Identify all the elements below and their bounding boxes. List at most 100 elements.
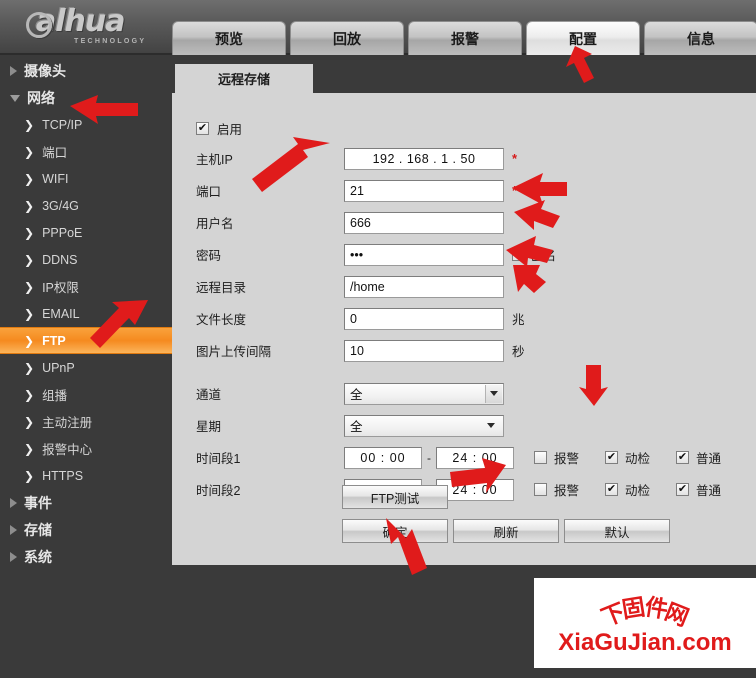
- ftp-form: ✔ 启用 主机IP 192 . 168 . 1 . 50 * 端口 21 * 用…: [196, 115, 747, 543]
- panel-tab-remote-storage[interactable]: 远程存储: [175, 64, 313, 93]
- channel-label: 通道: [196, 388, 222, 402]
- image-interval-unit: 秒: [512, 345, 525, 359]
- required-marker: *: [512, 183, 518, 198]
- refresh-button[interactable]: 刷新: [453, 519, 559, 543]
- file-length-label: 文件长度: [196, 313, 247, 327]
- sidebar-item-alarm-center[interactable]: ❯ 报警中心: [0, 435, 172, 462]
- tab-playback[interactable]: 回放: [290, 21, 404, 55]
- weekday-row: 星期 全: [196, 412, 747, 439]
- ftp-test-row: FTP测试: [342, 485, 448, 509]
- period2-alarm-flag[interactable]: 报警: [534, 480, 579, 499]
- sidebar-group-camera[interactable]: 摄像头: [0, 57, 172, 84]
- chevron-right-icon: [10, 551, 17, 562]
- sidebar-item-label: HTTPS: [42, 468, 84, 483]
- sidebar-item-label: 端口: [42, 146, 68, 160]
- image-interval-input[interactable]: 10: [344, 339, 504, 362]
- chevron-right-icon: [10, 524, 17, 535]
- sidebar-item-3g4g[interactable]: ❯ 3G/4G: [0, 192, 172, 219]
- sidebar-item-upnp[interactable]: ❯ UPnP: [0, 354, 172, 381]
- period1-motion-flag[interactable]: ✔ 动检: [605, 448, 650, 467]
- file-length-unit: 兆: [512, 313, 525, 327]
- file-length-row: 文件长度 0 兆: [196, 305, 747, 332]
- sidebar-item-pppoe[interactable]: ❯ PPPoE: [0, 219, 172, 246]
- sidebar-item-tcpip[interactable]: ❯ TCP/IP: [0, 111, 172, 138]
- sidebar-item-label: UPnP: [42, 360, 75, 375]
- logo-circle-icon: [26, 12, 52, 38]
- file-length-input[interactable]: 0: [344, 307, 504, 330]
- sidebar-group-label: 事件: [24, 494, 52, 511]
- host-ip-label: 主机IP: [196, 153, 233, 167]
- period1-label: 时间段1: [196, 452, 241, 466]
- sidebar-item-wifi[interactable]: ❯ WIFI: [0, 165, 172, 192]
- period1-alarm-checkbox[interactable]: [534, 451, 547, 464]
- period2-motion-flag[interactable]: ✔ 动检: [605, 480, 650, 499]
- period1-separator: -: [427, 450, 431, 465]
- period1-start-input[interactable]: 00 : 00: [344, 446, 422, 469]
- chevron-down-icon: [10, 95, 20, 102]
- period1-alarm-flag[interactable]: 报警: [534, 448, 579, 467]
- sidebar-group-storage[interactable]: 存储: [0, 516, 172, 543]
- period1-normal-checkbox[interactable]: ✔: [676, 451, 690, 464]
- sidebar-item-label: EMAIL: [42, 306, 80, 321]
- password-label: 密码: [196, 249, 222, 263]
- enable-row: ✔ 启用: [196, 115, 747, 141]
- remote-dir-input[interactable]: /home: [344, 275, 504, 298]
- app-header: alhua TECHNOLOGY 预览 回放 报警 配置 信息: [0, 0, 756, 55]
- remote-dir-label: 远程目录: [196, 281, 247, 295]
- sidebar-item-ddns[interactable]: ❯ DDNS: [0, 246, 172, 273]
- sidebar-group-network[interactable]: 网络: [0, 84, 172, 111]
- sidebar-item-label: 组播: [42, 389, 68, 403]
- default-button[interactable]: 默认: [564, 519, 670, 543]
- port-input[interactable]: 21: [344, 179, 504, 202]
- chevron-down-icon[interactable]: [485, 384, 502, 403]
- password-input[interactable]: •••: [344, 243, 504, 266]
- period2-alarm-label: 报警: [554, 484, 580, 498]
- sidebar-group-event[interactable]: 事件: [0, 489, 172, 516]
- action-buttons: 确定 刷新 默认: [342, 519, 670, 543]
- confirm-button[interactable]: 确定: [342, 519, 448, 543]
- channel-row: 通道 全: [196, 380, 747, 407]
- period2-row: 时间段2 00 : 00 - 24 : 00 报警 ✔ 动检 ✔ 普通: [196, 476, 747, 503]
- weekday-select[interactable]: 全: [344, 414, 504, 437]
- sidebar-item-email[interactable]: ❯ EMAIL: [0, 300, 172, 327]
- port-row: 端口 21 *: [196, 177, 747, 204]
- period1-normal-flag[interactable]: ✔ 普通: [676, 448, 721, 467]
- period1-motion-checkbox[interactable]: ✔: [605, 451, 619, 464]
- ftp-test-button[interactable]: FTP测试: [342, 485, 448, 509]
- dahua-logo: alhua TECHNOLOGY: [14, 6, 164, 48]
- sidebar-item-port[interactable]: ❯ 端口: [0, 138, 172, 165]
- sidebar-group-system[interactable]: 系统: [0, 543, 172, 570]
- tab-preview[interactable]: 预览: [172, 21, 286, 55]
- weekday-label: 星期: [196, 420, 222, 434]
- period1-normal-label: 普通: [696, 452, 722, 466]
- period1-alarm-label: 报警: [554, 452, 580, 466]
- sidebar-item-auto-register[interactable]: ❯ 主动注册: [0, 408, 172, 435]
- period2-normal-flag[interactable]: ✔ 普通: [676, 480, 721, 499]
- period1-end-input[interactable]: 24 : 00: [436, 446, 514, 469]
- sidebar-item-multicast[interactable]: ❯ 组播: [0, 381, 172, 408]
- username-input[interactable]: 666: [344, 211, 504, 234]
- logo-subtitle: TECHNOLOGY: [74, 38, 147, 45]
- anonymous-checkbox[interactable]: [512, 248, 525, 261]
- sidebar-item-https[interactable]: ❯ HTTPS: [0, 462, 172, 489]
- chevron-icon: ❯: [24, 468, 35, 483]
- image-interval-label: 图片上传间隔: [196, 345, 272, 359]
- sidebar-item-ip-permission[interactable]: ❯ IP权限: [0, 273, 172, 300]
- chevron-icon: ❯: [24, 144, 35, 159]
- host-ip-input[interactable]: 192 . 168 . 1 . 50: [344, 147, 504, 170]
- period2-normal-checkbox[interactable]: ✔: [676, 483, 690, 496]
- username-row: 用户名 666: [196, 209, 747, 236]
- sidebar-item-label: IP权限: [42, 281, 79, 295]
- chevron-icon: ❯: [24, 252, 35, 267]
- period2-motion-checkbox[interactable]: ✔: [605, 483, 619, 496]
- period2-alarm-checkbox[interactable]: [534, 483, 547, 496]
- enable-checkbox[interactable]: ✔: [196, 121, 209, 135]
- tab-settings[interactable]: 配置: [526, 21, 640, 55]
- tab-info[interactable]: 信息: [644, 21, 756, 55]
- channel-select[interactable]: 全: [344, 382, 504, 405]
- chevron-down-icon[interactable]: [482, 417, 499, 435]
- period1-motion-label: 动检: [625, 452, 651, 466]
- tab-alarm[interactable]: 报警: [408, 21, 522, 55]
- channel-select-value: 全: [350, 388, 363, 402]
- sidebar-item-ftp[interactable]: ❯ FTP: [0, 327, 172, 354]
